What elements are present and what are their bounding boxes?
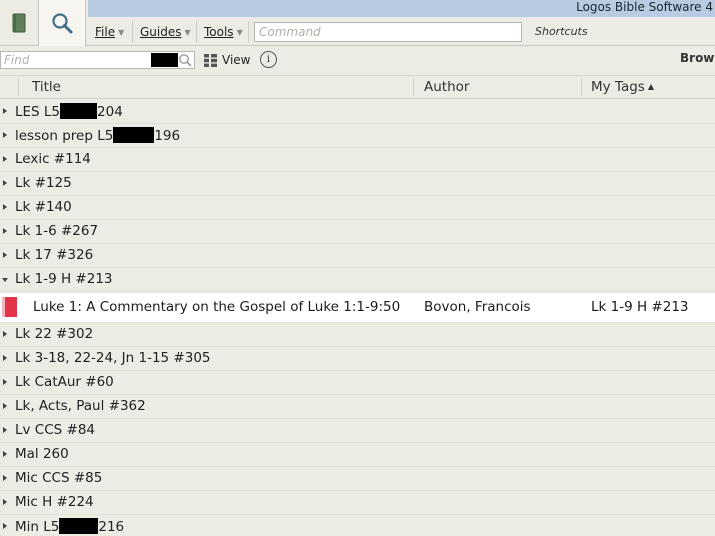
group-label: Lv CCS #84 <box>15 422 96 438</box>
column-my-tags[interactable]: My Tags ▲ <box>591 79 654 95</box>
column-divider[interactable] <box>413 79 414 96</box>
column-divider[interactable] <box>581 79 582 96</box>
view-label: View <box>222 53 251 67</box>
group-label: Lk 1-6 #267 <box>15 223 99 239</box>
expand-arrow-icon[interactable] <box>3 331 7 337</box>
group-label: Lk 17 #326 <box>15 247 94 263</box>
redacted-block <box>113 127 155 143</box>
group-row[interactable]: Lv CCS #84 <box>0 419 715 443</box>
group-row[interactable]: Lk, Acts, Paul #362 <box>0 395 715 419</box>
group-row[interactable]: Lk 17 #326 <box>0 244 715 268</box>
group-row[interactable]: Lexic #114 <box>0 148 715 172</box>
toolbar: Logos Bible Software 4 File ▼ Guides ▼ Too… <box>0 0 715 46</box>
group-row-expanded[interactable]: Lk 1-9 H #213 <box>0 268 715 292</box>
browse-tab[interactable]: Brows <box>680 51 715 65</box>
group-label: Lk CatAur #60 <box>15 374 114 390</box>
menu-file[interactable]: File ▼ <box>95 24 124 41</box>
search-button[interactable] <box>38 0 86 46</box>
menu-guides-label: Guides <box>140 25 182 39</box>
resource-title: Luke 1: A Commentary on the Gospel of Lu… <box>33 299 401 315</box>
column-title[interactable]: Title <box>32 79 61 95</box>
chevron-down-icon: ▼ <box>184 28 191 37</box>
grid-icon <box>204 53 217 67</box>
redacted-block <box>60 103 98 119</box>
menu-tools[interactable]: Tools ▼ <box>204 24 243 41</box>
group-label: Lk, Acts, Paul #362 <box>15 398 146 414</box>
find-bar: Find <box>0 47 715 74</box>
expand-arrow-icon[interactable] <box>3 252 7 258</box>
expand-arrow-icon[interactable] <box>3 228 7 234</box>
info-icon[interactable]: i <box>260 51 277 68</box>
collapse-arrow-icon[interactable] <box>2 278 8 282</box>
menu-divider <box>196 21 197 43</box>
group-label: Lk #140 <box>15 199 72 215</box>
menu-divider <box>132 21 133 43</box>
expand-arrow-icon[interactable] <box>3 427 7 433</box>
menu-tools-label: Tools <box>204 25 234 39</box>
tag-list: LES L5 204 lesson prep L5 196 Lexic #114 L… <box>0 100 715 536</box>
library-button[interactable] <box>0 0 38 46</box>
group-row[interactable]: Lk 3-18, 22-24, Jn 1-15 #305 <box>0 347 715 371</box>
menu-file-label: File <box>95 25 116 39</box>
group-row[interactable]: Mal 260 <box>0 443 715 467</box>
magnifier-icon <box>52 13 73 34</box>
expand-arrow-icon[interactable] <box>3 499 7 505</box>
view-button[interactable]: View <box>204 51 250 69</box>
expand-arrow-icon[interactable] <box>3 451 7 457</box>
group-label: Mic CCS #85 <box>15 470 103 486</box>
expand-arrow-icon[interactable] <box>3 204 7 210</box>
group-row[interactable]: Lk 1-6 #267 <box>0 220 715 244</box>
expand-arrow-icon[interactable] <box>3 379 7 385</box>
group-label: LES L5 204 <box>15 103 123 120</box>
resource-row[interactable]: Luke 1: A Commentary on the Gospel of Lu… <box>0 293 715 323</box>
group-label: Mic H #224 <box>15 494 94 510</box>
expand-arrow-icon[interactable] <box>3 108 7 114</box>
redacted-block <box>151 53 178 67</box>
group-label: Lk 1-9 H #213 <box>15 271 113 287</box>
app-title: Logos Bible Software 4 <box>576 0 713 14</box>
expand-arrow-icon[interactable] <box>3 180 7 186</box>
group-label: Mal 260 <box>15 446 69 462</box>
chevron-down-icon: ▼ <box>118 28 125 37</box>
book-icon <box>12 13 26 33</box>
group-row[interactable]: Lk 22 #302 <box>0 323 715 347</box>
redacted-block <box>59 518 99 534</box>
search-icon[interactable] <box>178 53 192 67</box>
column-author[interactable]: Author <box>424 79 469 95</box>
title-bar: Logos Bible Software 4 <box>88 0 715 17</box>
group-row[interactable]: Mic H #224 <box>0 491 715 515</box>
menu-guides[interactable]: Guides ▼ <box>140 24 191 41</box>
group-label: Min L5 216 <box>15 518 125 535</box>
column-my-tags-label: My Tags <box>591 79 645 95</box>
column-divider <box>18 79 19 96</box>
chevron-down-icon: ▼ <box>236 28 243 37</box>
shortcuts-button[interactable]: Shortcuts <box>535 25 588 38</box>
resource-author: Bovon, Francois <box>424 299 531 315</box>
column-header: Title Author My Tags ▲ <box>0 75 715 99</box>
expand-arrow-icon[interactable] <box>3 403 7 409</box>
group-row[interactable]: Lk CatAur #60 <box>0 371 715 395</box>
expand-arrow-icon[interactable] <box>3 475 7 481</box>
group-row[interactable]: Lk #140 <box>0 196 715 220</box>
group-row[interactable]: Mic CCS #85 <box>0 467 715 491</box>
group-row[interactable]: Min L5 216 <box>0 515 715 536</box>
resource-tags: Lk 1-9 H #213 <box>591 299 689 315</box>
expand-arrow-icon[interactable] <box>3 132 7 138</box>
sort-ascending-icon: ▲ <box>647 82 654 91</box>
group-row[interactable]: lesson prep L5 196 <box>0 124 715 148</box>
group-row[interactable]: LES L5 204 <box>0 100 715 124</box>
command-input[interactable]: Command <box>254 22 522 42</box>
group-label: Lk #125 <box>15 175 72 191</box>
expand-arrow-icon[interactable] <box>3 523 7 529</box>
book-icon <box>2 297 17 317</box>
library-window: Logos Bible Software 4 File ▼ Guides ▼ Too… <box>0 0 715 536</box>
group-row[interactable]: Lk #125 <box>0 172 715 196</box>
expand-arrow-icon[interactable] <box>3 156 7 162</box>
group-label: Lexic #114 <box>15 151 91 167</box>
group-label: lesson prep L5 196 <box>15 127 181 144</box>
group-label: Lk 22 #302 <box>15 326 94 342</box>
group-label: Lk 3-18, 22-24, Jn 1-15 #305 <box>15 350 211 366</box>
expand-arrow-icon[interactable] <box>3 355 7 361</box>
menu-divider <box>248 21 249 43</box>
